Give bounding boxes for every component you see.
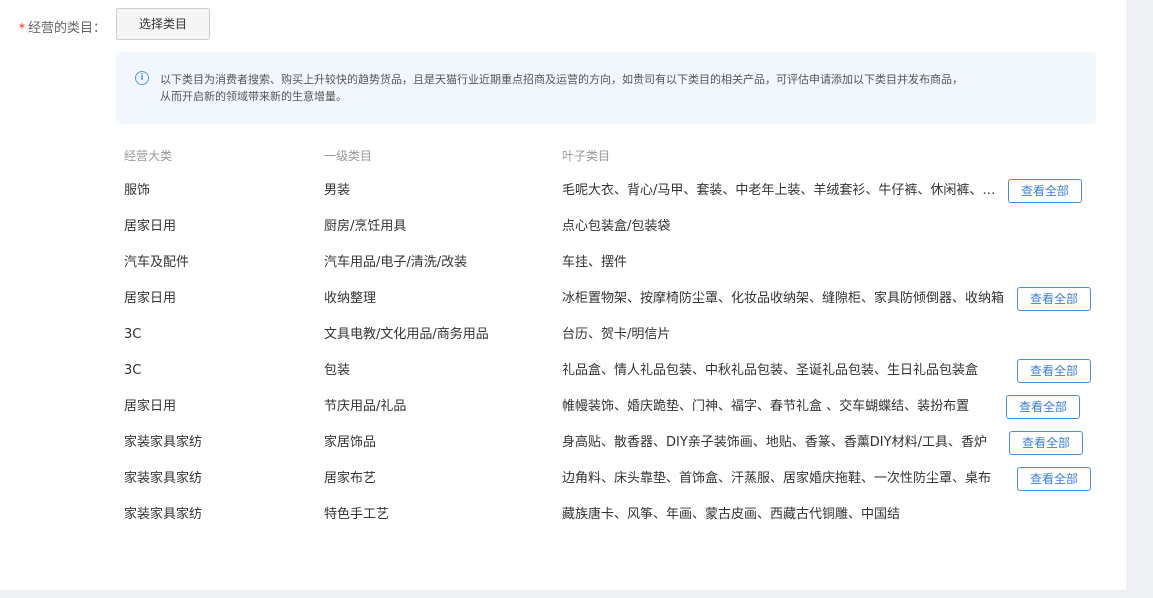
- leaf-category-cell: 身高贴、散香器、DIY亲子装饰画、地贴、香篆、香薰DIY材料/工具、香炉: [562, 435, 987, 450]
- notice-line-1: 以下类目为消费者搜索、购买上升较快的趋势货品，且是天猫行业近期重点招商及运营的方…: [160, 73, 963, 86]
- table-row: 居家日用 收纳整理 冰柜置物架、按摩椅防尘罩、化妆品收纳架、缝隙柜、家具防倾倒器、收…: [0, 282, 1126, 318]
- level1-category-cell: 男装: [324, 183, 351, 198]
- table-row: 汽车及配件 汽车用品/电子/清洗/改装 车挂、摆件: [0, 246, 1126, 282]
- level1-category-cell: 居家布艺: [324, 471, 377, 486]
- major-category-cell: 家装家具家纺: [124, 435, 203, 450]
- view-all-button[interactable]: 查看全部: [1009, 431, 1083, 455]
- table-row: 3C 文具电教/文化用品/商务用品 台历、贺卡/明信片: [0, 318, 1126, 354]
- table-row: 3C 包装 礼品盒、情人礼品包装、中秋礼品包装、圣诞礼品包装、生日礼品包装盒 查看全部: [0, 354, 1126, 390]
- notice-line-2: 从而开启新的领域带来新的生意增量。: [160, 90, 347, 103]
- major-category-cell: 3C: [124, 363, 142, 378]
- table-row: 居家日用 节庆用品/礼品 帷幔装饰、婚庆跪垫、门神、福字、春节礼盒 、交车蝴蝶结、装…: [0, 390, 1126, 426]
- leaf-category-cell: 冰柜置物架、按摩椅防尘罩、化妆品收纳架、缝隙柜、家具防倾倒器、收纳箱: [562, 291, 1005, 306]
- leaf-category-cell: 台历、贺卡/明信片: [562, 327, 671, 342]
- page-side-background: [1126, 0, 1153, 598]
- view-all-button[interactable]: 查看全部: [1017, 467, 1091, 491]
- view-all-button[interactable]: 查看全部: [1017, 287, 1091, 311]
- leaf-category-cell: 车挂、摆件: [562, 255, 628, 270]
- category-table: 经营大类 一级类目 叶子类目 服饰 男装 毛呢大衣、背心/马甲、套装、中老年上装、羊…: [0, 138, 1126, 534]
- view-all-button[interactable]: 查看全部: [1017, 359, 1091, 383]
- major-category-cell: 汽车及配件: [124, 255, 190, 270]
- table-row: 家装家具家纺 居家布艺 边角料、床头靠垫、首饰盒、汗蒸服、居家婚庆拖鞋、一次性防尘罩…: [0, 462, 1126, 498]
- header-leaf-category: 叶子类目: [562, 149, 611, 163]
- info-icon: i: [135, 71, 149, 85]
- level1-category-cell: 节庆用品/礼品: [324, 399, 407, 414]
- select-category-button[interactable]: 选择类目: [116, 8, 210, 40]
- level1-category-cell: 家居饰品: [324, 435, 377, 450]
- table-row: 服饰 男装 毛呢大衣、背心/马甲、套装、中老年上装、羊绒套衫、牛仔裤、休闲裤、衬衫查…: [0, 174, 1126, 210]
- major-category-cell: 家装家具家纺: [124, 507, 203, 522]
- table-header: 经营大类 一级类目 叶子类目: [0, 138, 1126, 174]
- table-row: 居家日用 厨房/烹饪用具 点心包装盒/包装袋: [0, 210, 1126, 246]
- category-label-text: 经营的类目：: [28, 21, 107, 36]
- leaf-category-cell: 毛呢大衣、背心/马甲、套装、中老年上装、羊绒套衫、牛仔裤、休闲裤、衬衫: [562, 183, 998, 198]
- major-category-cell: 居家日用: [124, 291, 177, 306]
- table-body: 服饰 男装 毛呢大衣、背心/马甲、套装、中老年上装、羊绒套衫、牛仔裤、休闲裤、衬衫查…: [0, 174, 1126, 534]
- level1-category-cell: 特色手工艺: [324, 507, 390, 522]
- required-mark: *: [19, 21, 25, 35]
- view-all-button[interactable]: 查看全部: [1006, 395, 1080, 419]
- view-all-button[interactable]: 查看全部: [1008, 179, 1082, 203]
- leaf-category-cell: 边角料、床头靠垫、首饰盒、汗蒸服、居家婚庆拖鞋、一次性防尘罩、桌布: [562, 471, 992, 486]
- major-category-cell: 居家日用: [124, 399, 177, 414]
- level1-category-cell: 文具电教/文化用品/商务用品: [324, 327, 489, 342]
- major-category-cell: 家装家具家纺: [124, 471, 203, 486]
- notice-box: i 以下类目为消费者搜索、购买上升较快的趋势货品，且是天猫行业近期重点招商及运营…: [116, 52, 1096, 124]
- leaf-category-cell: 点心包装盒/包装袋: [562, 219, 671, 234]
- leaf-category-cell: 藏族唐卡、风筝、年画、蒙古皮画、西藏古代铜雕、中国结: [562, 507, 901, 522]
- table-row: 家装家具家纺 家居饰品 身高贴、散香器、DIY亲子装饰画、地贴、香篆、香薰DIY材料…: [0, 426, 1126, 462]
- level1-category-cell: 厨房/烹饪用具: [324, 219, 407, 234]
- level1-category-cell: 汽车用品/电子/清洗/改装: [324, 255, 468, 270]
- major-category-cell: 居家日用: [124, 219, 177, 234]
- notice-text: 以下类目为消费者搜索、购买上升较快的趋势货品，且是天猫行业近期重点招商及运营的方…: [160, 71, 1060, 105]
- header-major-category: 经营大类: [124, 149, 173, 163]
- major-category-cell: 服饰: [124, 183, 151, 198]
- category-form-label: * 经营的类目：: [19, 17, 106, 36]
- level1-category-cell: 包装: [324, 363, 351, 378]
- major-category-cell: 3C: [124, 327, 142, 342]
- leaf-category-cell: 礼品盒、情人礼品包装、中秋礼品包装、圣诞礼品包装、生日礼品包装盒: [562, 363, 979, 378]
- header-level1-category: 一级类目: [324, 149, 373, 163]
- table-row: 家装家具家纺 特色手工艺 藏族唐卡、风筝、年画、蒙古皮画、西藏古代铜雕、中国结: [0, 498, 1126, 534]
- page-bottom-background: [0, 590, 1153, 598]
- level1-category-cell: 收纳整理: [324, 291, 377, 306]
- leaf-category-cell: 帷幔装饰、婚庆跪垫、门神、福字、春节礼盒 、交车蝴蝶结、装扮布置: [562, 399, 970, 414]
